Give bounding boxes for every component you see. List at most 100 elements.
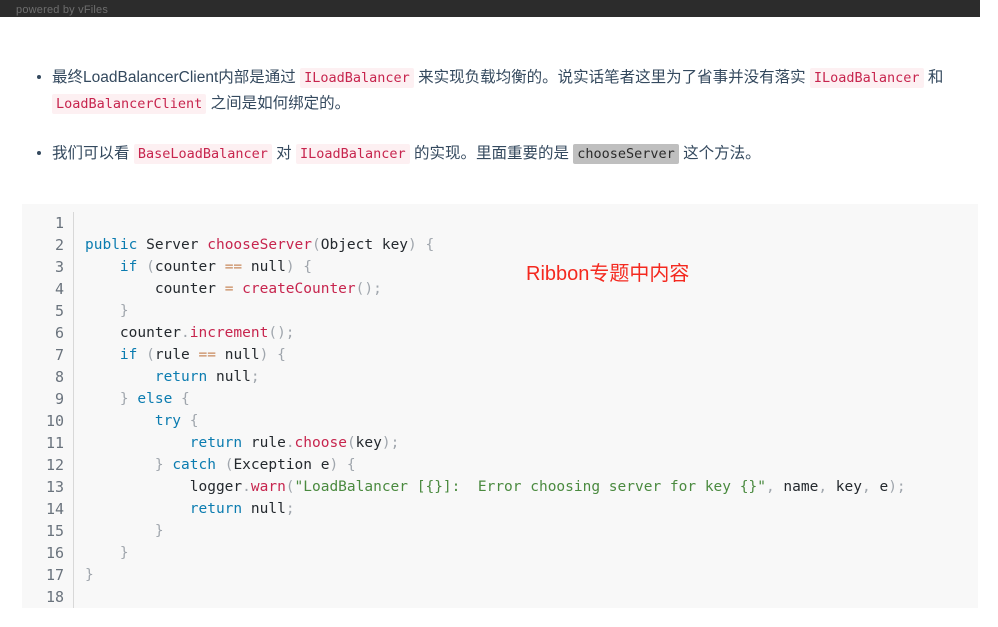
code-token: counter <box>85 281 225 297</box>
line-number: 15 <box>45 522 64 540</box>
code-token: return <box>189 501 243 517</box>
line-number: 7 <box>54 346 64 364</box>
code-token: } <box>85 523 164 539</box>
line-number: 16 <box>45 544 64 562</box>
list-item: 最终LoadBalancerClient内部是通过 ILoadBalancer … <box>0 17 998 117</box>
code-token: { <box>172 391 190 407</box>
line-number: 11 <box>45 434 64 452</box>
code-token: counter <box>85 325 182 341</box>
ribbon-annotation: Ribbon专题中内容 <box>526 263 690 285</box>
code-token: return <box>189 435 243 451</box>
code-token: ); <box>381 435 400 451</box>
powered-by-label: powered by vFiles <box>16 4 109 16</box>
code-lines[interactable]: public Server chooseServer(Object key) {… <box>74 212 978 608</box>
code-token: if <box>119 259 138 275</box>
inline-code: BaseLoadBalancer <box>133 144 272 164</box>
code-token: ; <box>285 501 295 517</box>
line-number: 5 <box>54 302 64 320</box>
code-token: choose <box>294 435 347 451</box>
line-number: 1 <box>54 214 64 232</box>
line-number: 8 <box>54 368 64 386</box>
bullet-list: 最终LoadBalancerClient内部是通过 ILoadBalancer … <box>0 17 998 167</box>
line-number: 17 <box>45 566 64 584</box>
code-token: warn <box>250 479 286 495</box>
code-token: . <box>242 479 251 495</box>
code-token: Object key <box>320 237 409 253</box>
code-token: e <box>879 479 889 495</box>
code-token: else <box>137 391 173 407</box>
code-token: rule <box>154 347 199 363</box>
line-number: 13 <box>45 478 64 496</box>
code-token: ); <box>888 479 906 495</box>
code-token: name <box>783 479 819 495</box>
line-number: 2 <box>54 236 64 254</box>
code-token: . <box>285 435 295 451</box>
code-token: ) { <box>285 259 313 275</box>
code-token: ( <box>285 479 295 495</box>
code-token: == <box>224 259 243 275</box>
line-number: 10 <box>45 412 64 430</box>
code-token: ( <box>137 259 155 275</box>
code-token: return <box>154 369 208 385</box>
code-gutter-line-numbers: 1 2 3 4 5 6 7 8 9 10 11 12 13 14 15 16 17 18 <box>22 212 74 608</box>
code-token: chooseServer <box>207 237 312 253</box>
code-token: try <box>154 413 182 429</box>
code-token: "LoadBalancer [{}]: Error choosing serve… <box>294 479 766 495</box>
inline-code: LoadBalancerClient <box>52 94 207 114</box>
code-token: null <box>207 369 251 385</box>
code-token: logger <box>85 479 243 495</box>
code-token: Exception e <box>233 457 330 473</box>
code-token: == <box>198 347 216 363</box>
code-token: createCounter <box>242 281 356 297</box>
line-number: 9 <box>54 390 64 408</box>
code-token: ( <box>137 347 155 363</box>
code-token: , <box>765 479 784 495</box>
line-number: 6 <box>54 324 64 342</box>
code-token: ( <box>312 237 321 253</box>
article-content: 最终LoadBalancerClient内部是通过 ILoadBalancer … <box>0 17 998 167</box>
code-token: (); <box>355 281 382 297</box>
code-token: ; <box>250 369 260 385</box>
line-number: 18 <box>45 588 64 606</box>
code-token: ) { <box>329 457 356 473</box>
inline-code: chooseServer <box>573 144 679 164</box>
bullet-1-text: 最终LoadBalancerClient内部是通过 ILoadBalancer … <box>52 68 944 114</box>
code-token: rule <box>242 435 286 451</box>
code-token: ( <box>346 435 356 451</box>
code-token: } <box>85 567 94 583</box>
code-token: { <box>181 413 199 429</box>
code-token: ) { <box>408 237 435 253</box>
code-token: } <box>85 303 129 319</box>
line-number: 12 <box>45 456 64 474</box>
code-token: } <box>85 545 129 561</box>
code-block[interactable]: 1 2 3 4 5 6 7 8 9 10 11 12 13 14 15 16 17 18 public Serve… <box>22 204 978 608</box>
line-number: 4 <box>54 280 64 298</box>
code-token: ( <box>215 457 234 473</box>
line-number: 3 <box>54 258 64 276</box>
code-token: null <box>242 259 286 275</box>
bullet-2-text: 我们可以看 BaseLoadBalancer 对 ILoadBalancer 的… <box>52 144 761 164</box>
code-token: if <box>119 347 138 363</box>
code-token: } <box>85 457 173 473</box>
code-token: increment <box>189 325 269 341</box>
code-token: counter <box>154 259 225 275</box>
code-token: key <box>355 435 382 451</box>
code-token: , <box>818 479 836 495</box>
code-token: . <box>181 325 190 341</box>
line-number: 14 <box>45 500 64 518</box>
code-token: ) { <box>259 347 286 363</box>
code-token: Server <box>137 237 208 253</box>
inline-code: ILoadBalancer <box>300 68 414 88</box>
code-token: public <box>85 237 138 253</box>
code-token: null <box>242 501 286 517</box>
list-item: 我们可以看 BaseLoadBalancer 对 ILoadBalancer 的… <box>0 117 998 167</box>
top-dark-bar: powered by vFiles <box>0 0 980 17</box>
code-token: } <box>85 391 138 407</box>
